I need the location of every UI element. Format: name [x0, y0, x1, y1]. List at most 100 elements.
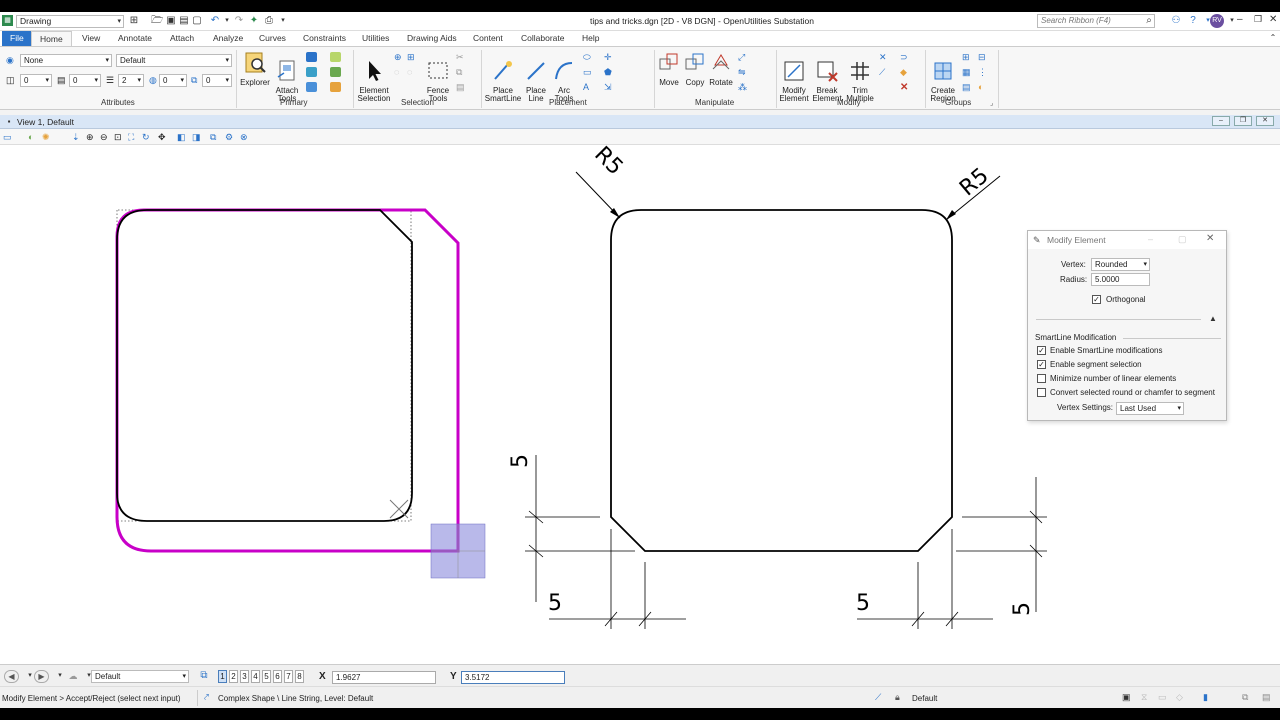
- view-number-8[interactable]: 8: [295, 670, 304, 683]
- tab-home[interactable]: Home: [31, 31, 72, 46]
- accusnap-icon[interactable]: ⟋: [875, 692, 881, 703]
- view-number-5[interactable]: 5: [262, 670, 271, 683]
- user-avatar[interactable]: RV: [1210, 14, 1224, 28]
- view-group-select[interactable]: Default ▾: [91, 670, 189, 683]
- rectangle-icon[interactable]: ▭: [583, 67, 594, 77]
- tab-utilities[interactable]: Utilities: [360, 31, 391, 46]
- layout-icon[interactable]: ▤: [1262, 692, 1271, 703]
- modify-element-button[interactable]: Modify Element: [779, 51, 809, 111]
- open-folder-icon[interactable]: 🗁: [151, 15, 163, 27]
- view-number-6[interactable]: 6: [273, 670, 282, 683]
- message-center-icon[interactable]: ▭: [1158, 692, 1167, 703]
- y-coordinate-input[interactable]: 3.5172: [461, 671, 565, 684]
- tab-annotate[interactable]: Annotate: [116, 31, 154, 46]
- tab-drawing-aids[interactable]: Drawing Aids: [405, 31, 459, 46]
- invert-selection-icon[interactable]: ◌: [407, 67, 418, 77]
- fillet-icon[interactable]: ⟋: [879, 67, 890, 77]
- design-history-icon[interactable]: ⧖: [1141, 692, 1147, 703]
- paste-icon[interactable]: ▤: [456, 82, 467, 92]
- tab-view[interactable]: View: [80, 31, 102, 46]
- group-icon[interactable]: ⊞: [962, 52, 973, 62]
- save-settings-icon[interactable]: ▤: [178, 15, 190, 27]
- view-close-icon[interactable]: ✕: [1256, 116, 1274, 126]
- select-by-attr-icon[interactable]: ⊞: [407, 52, 418, 62]
- enable-segment-selection-checkbox[interactable]: ✓: [1037, 360, 1046, 369]
- tab-constraints[interactable]: Constraints: [301, 31, 348, 46]
- minimize-icon[interactable]: –: [1237, 14, 1243, 25]
- dialog-launcher-icon[interactable]: ⌟: [990, 99, 1001, 109]
- digital-rights-icon[interactable]: ◇: [1176, 692, 1183, 703]
- ellipse-icon[interactable]: ⬭: [583, 52, 594, 62]
- display-style-icon[interactable]: ◐: [28, 132, 38, 142]
- view-menu-icon[interactable]: ▪: [3, 116, 15, 128]
- copy-button[interactable]: Copy: [683, 51, 707, 87]
- zoom-out-icon[interactable]: ⊖: [100, 132, 110, 142]
- view-groups-icon[interactable]: ⧉: [198, 670, 210, 682]
- ribbon-search-input[interactable]: Search Ribbon (F4): [1037, 14, 1155, 28]
- priority-combo[interactable]: 0 ▾: [202, 74, 232, 87]
- select-all-icon[interactable]: ⊕: [394, 52, 405, 62]
- help-icon[interactable]: ?: [1187, 15, 1199, 27]
- redo-icon[interactable]: ↷: [233, 15, 245, 27]
- view-number-4[interactable]: 4: [251, 670, 260, 683]
- undo-dropdown-icon[interactable]: ▾: [221, 15, 233, 27]
- forward-view-icon[interactable]: ▶: [34, 670, 49, 683]
- connect-icon[interactable]: ⚇: [1170, 15, 1182, 27]
- text-style-combo[interactable]: Default ▾: [116, 54, 232, 67]
- pan-view-icon[interactable]: ✥: [158, 132, 168, 142]
- key-in-icon[interactable]: [330, 82, 341, 92]
- collapse-ribbon-icon[interactable]: ⌃: [1267, 32, 1279, 44]
- collapse-section-icon[interactable]: ▲: [1209, 314, 1217, 323]
- models-icon[interactable]: [306, 52, 317, 62]
- insert-vertex-icon[interactable]: ◆: [900, 67, 911, 77]
- convert-round-checkbox[interactable]: [1037, 388, 1046, 397]
- workflow-icon[interactable]: ⊞: [128, 15, 140, 27]
- ungroup-icon[interactable]: ⊟: [978, 52, 989, 62]
- workflow-select[interactable]: Drawing ▾: [16, 15, 124, 28]
- tab-help[interactable]: Help: [580, 31, 601, 46]
- close-file-icon[interactable]: ▢: [191, 15, 203, 27]
- cut-icon[interactable]: ✂: [456, 52, 467, 62]
- close-icon[interactable]: ✕: [1269, 14, 1277, 25]
- save-icon[interactable]: ▣: [165, 15, 177, 27]
- place-line-button[interactable]: Place Line: [523, 51, 549, 111]
- view-number-3[interactable]: 3: [240, 670, 249, 683]
- back-view-icon[interactable]: ◀: [4, 670, 19, 683]
- view-number-2[interactable]: 2: [229, 670, 238, 683]
- line-weight-combo[interactable]: 2 ▾: [118, 74, 144, 87]
- line-style-combo[interactable]: 0 ▾: [69, 74, 101, 87]
- previous-view-icon[interactable]: ◧: [177, 132, 187, 142]
- view-number-1[interactable]: 1: [218, 670, 227, 683]
- view-minimize-icon[interactable]: –: [1212, 116, 1230, 126]
- tab-curves[interactable]: Curves: [257, 31, 288, 46]
- array-icon[interactable]: ⁂: [738, 82, 749, 92]
- view-number-7[interactable]: 7: [284, 670, 293, 683]
- tab-attach[interactable]: Attach: [168, 31, 196, 46]
- search-icon[interactable]: ⌕: [1143, 15, 1155, 27]
- scale-icon[interactable]: ⤢: [738, 52, 749, 62]
- place-smartline-button[interactable]: Place SmartLine: [484, 51, 522, 111]
- delete-icon[interactable]: ✕: [900, 82, 911, 93]
- view-restore-icon[interactable]: ❐: [1234, 116, 1252, 126]
- chamfer-icon[interactable]: ⊃: [900, 52, 911, 62]
- lock-icon[interactable]: ◐: [978, 82, 989, 92]
- view-attributes-icon[interactable]: ▭: [3, 132, 13, 142]
- pin-icon[interactable]: ✦: [248, 15, 260, 27]
- fit-view-icon[interactable]: ⛶: [128, 132, 138, 142]
- clip-volume-icon[interactable]: ⚙: [225, 132, 235, 142]
- orthogonal-checkbox[interactable]: ✓: [1092, 295, 1101, 304]
- lighting-icon[interactable]: ✺: [42, 132, 52, 142]
- customize-qat-icon[interactable]: ▾: [277, 15, 289, 27]
- color-combo[interactable]: 0 ▾: [20, 74, 52, 87]
- level-combo[interactable]: None ▾: [20, 54, 112, 67]
- named-group-icon[interactable]: ▤: [962, 82, 973, 92]
- lock-status-icon[interactable]: 🔒︎: [895, 692, 900, 703]
- explorer-button[interactable]: Explorer: [239, 51, 271, 87]
- update-view-icon[interactable]: ⇣: [72, 132, 82, 142]
- save-status-icon[interactable]: ▣: [1122, 692, 1131, 703]
- radius-input[interactable]: 5.0000: [1091, 273, 1150, 286]
- x-coordinate-input[interactable]: 1.9627: [332, 671, 436, 684]
- cell-icon[interactable]: ▦: [962, 67, 973, 77]
- cloud-icon[interactable]: ☁: [65, 670, 81, 682]
- vertex-select[interactable]: Rounded ▾: [1091, 258, 1150, 271]
